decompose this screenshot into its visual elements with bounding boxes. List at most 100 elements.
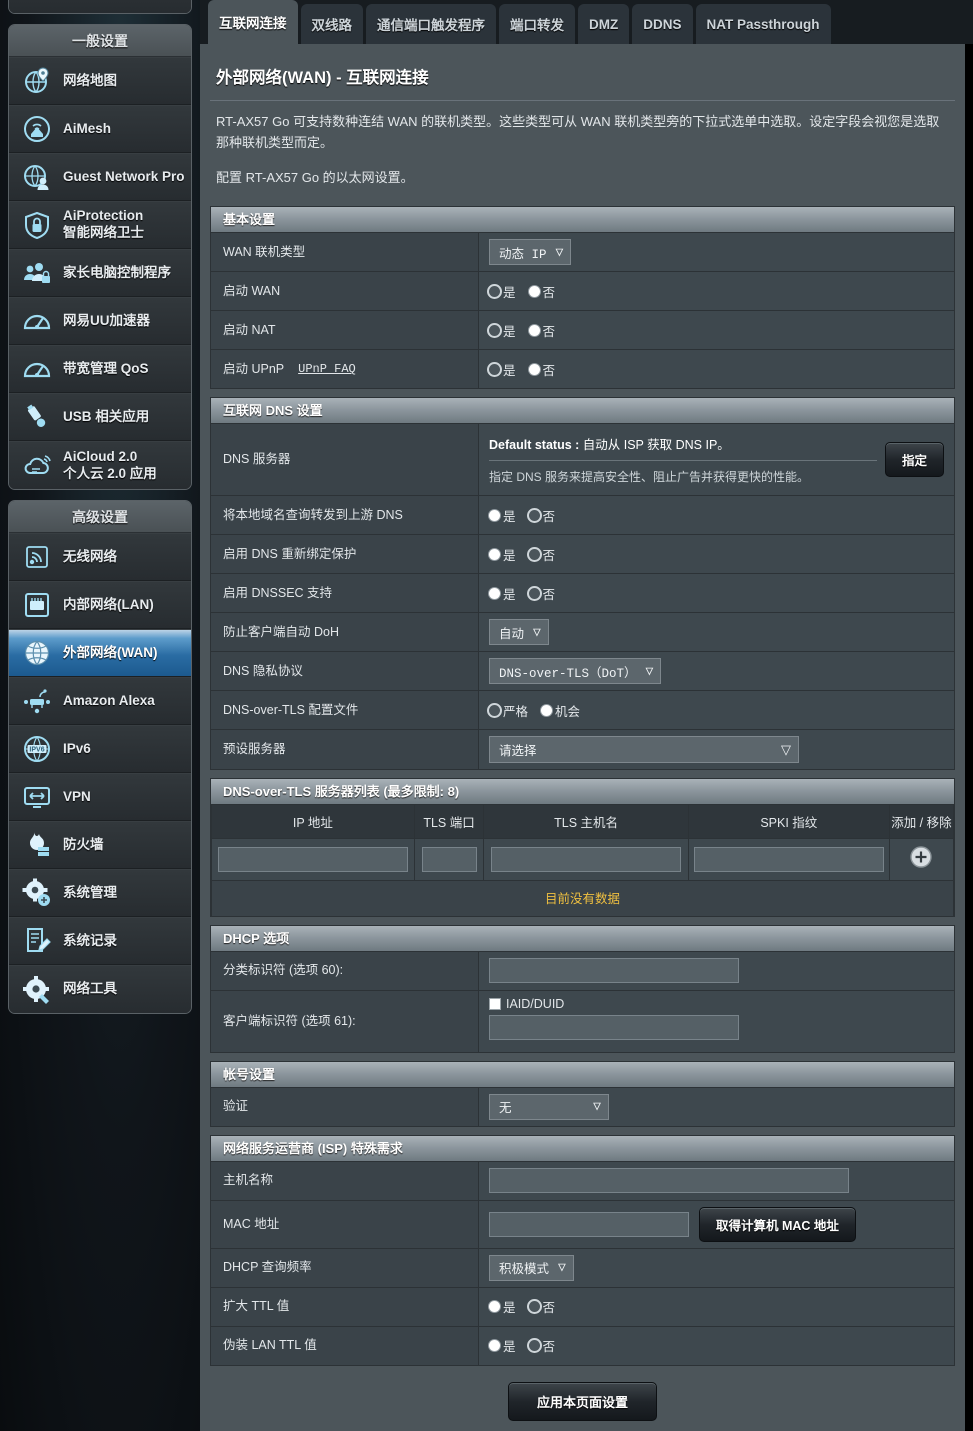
row-spoof-lan-ttl: 伪装 LAN TTL 值 是 否 <box>211 1326 954 1366</box>
tls-port-input[interactable] <box>421 846 477 872</box>
assign-dns-button[interactable]: 指定 <box>884 442 944 478</box>
preset-server-select[interactable]: 请选择 ▽ <box>489 736 799 764</box>
iaid-duid-checkbox-row[interactable]: IAID/DUID <box>489 997 564 1011</box>
radio-dot <box>489 587 500 599</box>
sidebar-item-network-tools[interactable]: 网络工具 <box>9 965 191 1013</box>
tab-dual-wan[interactable]: 双线路 <box>300 4 363 44</box>
radio-dot <box>489 324 500 336</box>
guest-network-icon <box>19 160 55 194</box>
sidebar-item-wan[interactable]: 外部网络(WAN) <box>9 629 191 677</box>
label-mac-address: MAC 地址 <box>211 1200 479 1248</box>
column-add-remove: 添加 / 移除 <box>888 805 955 839</box>
radio-forward-local-no[interactable]: 否 <box>528 506 556 525</box>
radio-extend-ttl-no[interactable]: 否 <box>528 1297 556 1316</box>
row-enable-wan: 启动 WAN 是 否 <box>211 272 954 312</box>
column-ip-address: IP 地址 <box>211 805 415 839</box>
sidebar-item-clipped[interactable] <box>9 0 191 13</box>
tab-internet-connection[interactable]: 互联网连接 <box>208 0 298 44</box>
sidebar-item-label-wrap: Guest Network Pro <box>63 169 185 186</box>
gauge-icon <box>19 304 55 338</box>
apply-settings-button[interactable]: 应用本页面设置 <box>507 1381 657 1421</box>
hostname-input[interactable] <box>489 1168 849 1194</box>
sidebar-item-label-wrap: 带宽管理 QoS <box>63 361 149 378</box>
tab-port-trigger[interactable]: 通信端口触发程序 <box>366 4 496 44</box>
content-panel: 外部网络(WAN) - 互联网连接 RT-AX57 Go 可支持数种连结 WAN… <box>200 44 965 1431</box>
get-computer-mac-button[interactable]: 取得计算机 MAC 地址 <box>699 1206 856 1242</box>
section-title-dhcp: DHCP 选项 <box>211 925 954 952</box>
radio-spoof-lan-ttl-yes[interactable]: 是 <box>489 1336 516 1355</box>
radio-group-dnssec: 是 否 <box>489 584 555 603</box>
dns-privacy-protocol-select[interactable]: DNS-over-TLS（DoT） ▽ <box>489 658 662 685</box>
sidebar-item-aimesh[interactable]: AiMesh <box>9 105 191 153</box>
dot-table-no-data: 目前没有数据 <box>211 880 954 917</box>
radio-enable-nat-no[interactable]: 否 <box>528 321 555 340</box>
sidebar-item-lan[interactable]: 内部网络(LAN) <box>9 581 191 629</box>
tab-dmz[interactable]: DMZ <box>578 4 630 44</box>
radio-dnssec-no[interactable]: 否 <box>528 584 556 603</box>
wan-connection-type-select[interactable]: 动态 IP ▽ <box>489 239 572 266</box>
ip-address-input[interactable] <box>217 846 408 872</box>
mac-address-input[interactable] <box>489 1211 689 1237</box>
sidebar-item-parental-control[interactable]: 家长电脑控制程序 <box>9 249 191 297</box>
sidebar-item-aicloud[interactable]: AiCloud 2.0 个人云 2.0 应用 <box>9 441 191 489</box>
radio-label: 否 <box>542 363 556 378</box>
radio-label: 否 <box>542 509 556 524</box>
sidebar-item-label-wrap: 防火墙 <box>63 837 104 854</box>
class-identifier-input[interactable] <box>489 958 739 984</box>
sidebar-item-system-log[interactable]: 系统记录 <box>9 917 191 965</box>
prevent-client-doh-select[interactable]: 自动 ▽ <box>489 619 549 646</box>
main-area: 互联网连接 双线路 通信端口触发程序 端口转发 DMZ DDNS NAT Pas… <box>200 0 973 1431</box>
sidebar-group-general: 一般设置 网络地图 AiMesh Guest Network Pro AiPro… <box>8 24 192 490</box>
radio-enable-wan-no[interactable]: 否 <box>528 282 555 301</box>
label-dns-server: DNS 服务器 <box>211 424 479 496</box>
sidebar-item-qos[interactable]: 带宽管理 QoS <box>9 345 191 393</box>
sidebar-item-uu-accelerator[interactable]: 网易UU加速器 <box>9 297 191 345</box>
sidebar-item-label: 内部网络(LAN) <box>63 596 154 612</box>
value-dhcp-query-frequency: 积极模式 ▽ <box>479 1249 954 1287</box>
sidebar-item-label-wrap: IPv6 <box>63 741 91 758</box>
tab-nat-passthrough[interactable]: NAT Passthrough <box>695 4 831 44</box>
iaid-duid-checkbox[interactable] <box>489 997 501 1010</box>
value-forward-local-queries: 是 否 <box>479 496 954 534</box>
radio-rebind-no[interactable]: 否 <box>528 545 555 564</box>
label-prevent-client-doh: 防止客户端自动 DoH <box>211 613 479 652</box>
radio-rebind-yes[interactable]: 是 <box>489 545 516 564</box>
client-identifier-input[interactable] <box>489 1014 739 1040</box>
sidebar-item-firewall[interactable]: 防火墙 <box>9 821 191 869</box>
sidebar-item-network-map[interactable]: 网络地图 <box>9 57 191 105</box>
row-class-identifier: 分类标识符 (选项 60): <box>211 951 954 991</box>
radio-forward-local-yes[interactable]: 是 <box>489 506 516 525</box>
label-hostname: 主机名称 <box>211 1161 479 1200</box>
dns-server-texts: Default status : 自动从 ISP 获取 DNS IP。 指定 D… <box>489 430 885 489</box>
sidebar-item-ipv6[interactable]: IPV6 IPv6 <box>9 725 191 773</box>
sidebar-item-administration[interactable]: 系统管理 <box>9 869 191 917</box>
spki-fingerprint-input[interactable] <box>693 846 884 872</box>
sidebar-item-vpn[interactable]: VPN <box>9 773 191 821</box>
add-row-icon[interactable] <box>909 845 933 874</box>
radio-dot-strict[interactable]: 严格 <box>489 701 528 720</box>
radio-enable-wan-yes[interactable]: 是 <box>489 282 516 301</box>
value-mac-address: 取得计算机 MAC 地址 <box>479 1201 954 1248</box>
sidebar-item-guest-network-pro[interactable]: Guest Network Pro <box>9 153 191 201</box>
sidebar-item-wireless[interactable]: 无线网络 <box>9 533 191 581</box>
tab-ddns[interactable]: DDNS <box>632 4 693 44</box>
sidebar-item-usb-application[interactable]: USB 相关应用 <box>9 393 191 441</box>
authentication-select[interactable]: 无 ▽ <box>489 1093 609 1120</box>
radio-extend-ttl-yes[interactable]: 是 <box>489 1297 516 1316</box>
sidebar-item-label-wrap: 无线网络 <box>63 549 117 566</box>
ipv6-icon: IPV6 <box>19 732 55 766</box>
radio-enable-nat-yes[interactable]: 是 <box>489 321 516 340</box>
radio-enable-upnp-no[interactable]: 否 <box>528 360 556 379</box>
sidebar-item-aiprotection[interactable]: AiProtection 智能网络卫士 <box>9 201 191 249</box>
radio-dnssec-yes[interactable]: 是 <box>489 584 516 603</box>
tab-port-forwarding[interactable]: 端口转发 <box>499 4 575 44</box>
radio-spoof-lan-ttl-no[interactable]: 否 <box>528 1336 555 1355</box>
radio-dot-opportunistic[interactable]: 机会 <box>541 701 580 720</box>
radio-enable-upnp-yes[interactable]: 是 <box>489 360 516 379</box>
radio-label: 否 <box>542 587 556 602</box>
radio-label: 否 <box>542 1301 556 1316</box>
dhcp-query-frequency-select[interactable]: 积极模式 ▽ <box>489 1254 574 1281</box>
sidebar-item-amazon-alexa[interactable]: Amazon Alexa <box>9 677 191 725</box>
tls-hostname-input[interactable] <box>491 846 682 872</box>
upnp-faq-link[interactable]: UPnP FAQ <box>298 361 356 377</box>
